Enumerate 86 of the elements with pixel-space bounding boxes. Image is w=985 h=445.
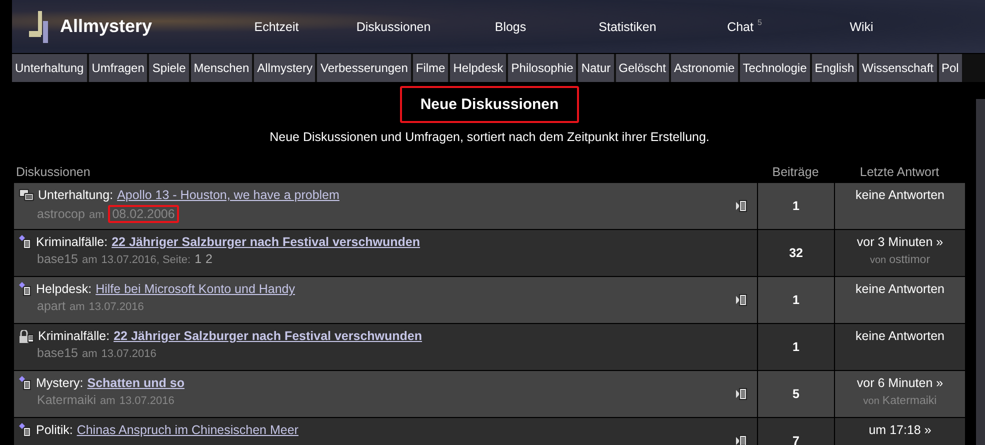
- category-tab[interactable]: Filme: [412, 54, 448, 82]
- nav-link[interactable]: Wiki: [850, 20, 874, 34]
- page-link[interactable]: 1: [194, 252, 202, 266]
- post-count: 1: [792, 199, 800, 213]
- last-reply-link[interactable]: vor 3 Minuten »: [856, 235, 944, 249]
- category-tab[interactable]: Gelöscht: [616, 54, 670, 82]
- thread-link[interactable]: 22 Jähriger Salzburger nach Festival verschwunden: [114, 329, 422, 343]
- thread-link[interactable]: Apollo 13 - Houston, we have a problem: [117, 188, 340, 202]
- list-icon[interactable]: [736, 200, 748, 212]
- page-link[interactable]: 2: [206, 252, 212, 266]
- nav-link[interactable]: Chat: [727, 20, 754, 34]
- nav-link[interactable]: Diskussionen: [356, 20, 431, 34]
- column-header: Beiträge: [771, 165, 820, 179]
- category-tab[interactable]: Natur: [578, 54, 614, 82]
- list-icon[interactable]: [736, 435, 748, 445]
- thread-link[interactable]: Schatten und so: [87, 376, 184, 390]
- nav-link[interactable]: Statistiken: [598, 20, 656, 34]
- thread-link[interactable]: 22 Jähriger Salzburger nach Festival verschwunden: [112, 235, 420, 249]
- lock-icon: [19, 330, 34, 342]
- document-icon: [19, 235, 32, 249]
- post-date: 08.02.2006: [108, 205, 179, 223]
- category-tab[interactable]: English: [812, 54, 858, 82]
- logo-icon: [28, 10, 50, 42]
- category-label: Kriminalfälle:: [36, 235, 108, 249]
- category-label: Mystery:: [36, 376, 84, 390]
- meta-text: am: [70, 301, 85, 313]
- category-label: Unterhaltung:: [38, 188, 114, 202]
- meta-text: am: [82, 348, 98, 360]
- post-date: 13.07.2016: [119, 395, 174, 407]
- category-tab[interactable]: Technologie: [740, 54, 810, 82]
- last-reply-link[interactable]: keine Antworten: [856, 282, 944, 296]
- thread-link[interactable]: Chinas Anspruch im Chinesischen Meer: [76, 423, 298, 437]
- username: base15: [37, 346, 78, 360]
- post-count: 1: [792, 340, 800, 354]
- post-count: 5: [792, 387, 800, 401]
- site-logo[interactable]: Allmystery: [60, 16, 152, 37]
- last-reply-link[interactable]: keine Antworten: [856, 329, 944, 343]
- nav-link[interactable]: Echtzeit: [254, 20, 299, 34]
- category-tab[interactable]: Allmystery: [254, 54, 316, 82]
- document-icon: [19, 423, 32, 437]
- scrollbar[interactable]: [976, 99, 985, 445]
- last-reply-link[interactable]: um 17:18 »: [868, 423, 932, 437]
- list-icon[interactable]: [736, 388, 748, 400]
- document-icon: [19, 376, 32, 390]
- category-tab[interactable]: Wissenschaft: [859, 54, 936, 82]
- page-title: Neue Diskussionen: [400, 86, 579, 123]
- column-header: Diskussionen: [15, 165, 92, 179]
- post-date: 13.07.2016: [88, 301, 144, 313]
- post-date: 13.07.2016, Seite:: [101, 254, 191, 266]
- category-tab[interactable]: Pol: [938, 54, 962, 82]
- meta-text: am: [82, 254, 98, 266]
- meta-text: am: [100, 395, 116, 407]
- category-tab[interactable]: Spiele: [149, 54, 189, 82]
- page-subtitle: Neue Diskussionen und Umfragen, sortiert nach dem Zeitpunkt ihrer Erstellung.: [268, 130, 710, 144]
- username: astrocop: [37, 207, 85, 221]
- count-label: 5: [757, 18, 762, 26]
- username: Katermaiki: [37, 393, 96, 407]
- username: apart: [37, 299, 66, 313]
- username: osttimor: [889, 254, 930, 266]
- document-icon: [19, 282, 32, 296]
- category-tab[interactable]: Helpdesk: [450, 54, 506, 82]
- thread-link[interactable]: Hilfe bei Microsoft Konto und Handy: [96, 282, 296, 296]
- category-label: Kriminalfälle:: [38, 329, 110, 343]
- post-count: 1: [792, 293, 800, 307]
- last-reply-link[interactable]: vor 6 Minuten »: [856, 376, 944, 390]
- category-label: Helpdesk:: [36, 282, 92, 296]
- post-count: 7: [792, 434, 800, 445]
- category-tab[interactable]: Menschen: [190, 54, 252, 82]
- username: base15: [37, 252, 78, 266]
- category-tab[interactable]: Philosophie: [508, 54, 576, 82]
- category-label: Politik:: [36, 423, 73, 437]
- category-tab[interactable]: Verbesserungen: [317, 54, 411, 82]
- column-header: Letzte Antwort: [858, 165, 940, 179]
- category-tab[interactable]: Umfragen: [88, 54, 148, 82]
- meta-text: von: [870, 255, 886, 266]
- meta-text: von: [863, 396, 880, 407]
- list-icon[interactable]: [736, 294, 748, 306]
- post-date: 13.07.2016: [101, 348, 156, 360]
- last-reply-link[interactable]: keine Antworten: [856, 188, 944, 202]
- nav-link[interactable]: Blogs: [494, 20, 526, 34]
- meta-text: am: [88, 209, 104, 221]
- category-tab[interactable]: Unterhaltung: [12, 54, 87, 82]
- username: Katermaiki: [882, 395, 937, 407]
- category-tab[interactable]: Astronomie: [671, 54, 738, 82]
- speech-bubbles-icon: [19, 188, 34, 202]
- post-count: 32: [789, 246, 803, 260]
